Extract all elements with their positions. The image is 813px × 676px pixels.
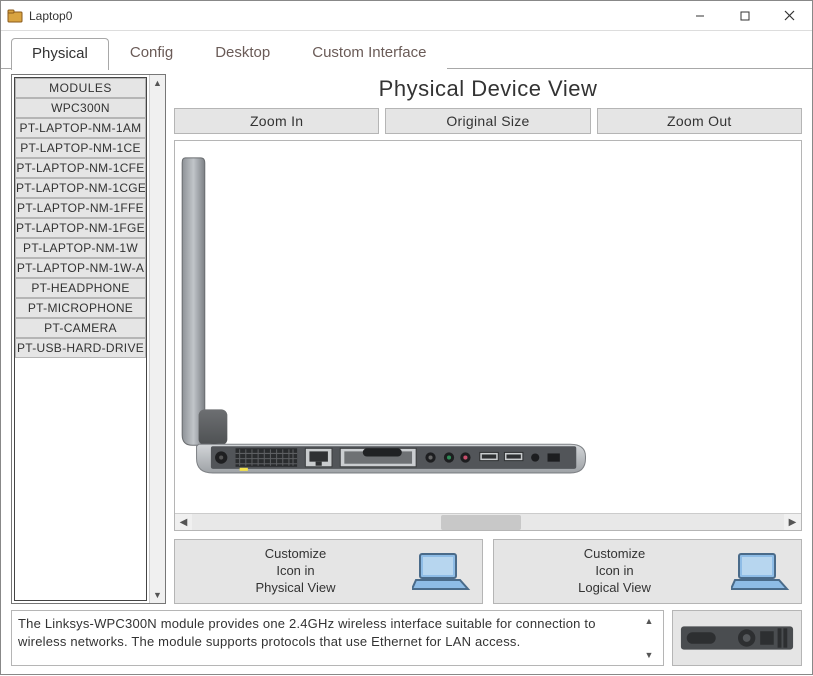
module-item[interactable]: PT-HEADPHONE [15, 278, 146, 298]
device-view-area[interactable]: ◀ ▶ [174, 140, 802, 531]
module-item[interactable]: PT-LAPTOP-NM-1W [15, 238, 146, 258]
module-item[interactable]: PT-USB-HARD-DRIVE [15, 338, 146, 358]
scroll-thumb[interactable] [441, 515, 521, 530]
minimize-button[interactable] [677, 1, 722, 31]
zoom-out-button[interactable]: Zoom Out [597, 108, 802, 134]
app-icon [7, 8, 23, 24]
module-item[interactable]: PT-LAPTOP-NM-1CGE [15, 178, 146, 198]
customize-logical-button[interactable]: Customize Icon in Logical View [493, 539, 802, 604]
laptop-icon [412, 551, 472, 593]
tab-desktop[interactable]: Desktop [194, 37, 291, 69]
module-item[interactable]: WPC300N [15, 98, 146, 118]
upper-row: MODULES WPC300N PT-LAPTOP-NM-1AM PT-LAPT… [11, 74, 802, 604]
scroll-down-icon[interactable]: ▼ [644, 649, 653, 661]
titlebar: Laptop0 [1, 1, 812, 31]
zoom-controls: Zoom In Original Size Zoom Out [174, 108, 802, 134]
module-item[interactable]: PT-LAPTOP-NM-1CFE [15, 158, 146, 178]
zoom-in-button[interactable]: Zoom In [174, 108, 379, 134]
customize-physical-label: Customize Icon in Physical View [185, 546, 406, 597]
module-item[interactable]: PT-MICROPHONE [15, 298, 146, 318]
maximize-button[interactable] [722, 1, 767, 31]
modules-list: MODULES WPC300N PT-LAPTOP-NM-1AM PT-LAPT… [14, 77, 147, 601]
customize-row: Customize Icon in Physical View Customiz… [174, 539, 802, 604]
module-description: The Linksys-WPC300N module provides one … [11, 610, 664, 666]
description-scrollbar[interactable]: ▲ ▼ [641, 615, 657, 661]
tab-physical[interactable]: Physical [11, 38, 109, 70]
scroll-track[interactable] [192, 514, 784, 531]
customize-physical-button[interactable]: Customize Icon in Physical View [174, 539, 483, 604]
scroll-left-icon[interactable]: ◀ [175, 514, 192, 531]
content-area: MODULES WPC300N PT-LAPTOP-NM-1AM PT-LAPT… [1, 69, 812, 676]
module-item[interactable]: PT-LAPTOP-NM-1FFE [15, 198, 146, 218]
modules-header: MODULES [15, 78, 146, 98]
wireless-card-icon [679, 618, 795, 658]
device-canvas [175, 141, 801, 513]
customize-logical-label: Customize Icon in Logical View [504, 546, 725, 597]
modules-panel: MODULES WPC300N PT-LAPTOP-NM-1AM PT-LAPT… [11, 74, 166, 604]
scroll-right-icon[interactable]: ▶ [784, 514, 801, 531]
module-item[interactable]: PT-LAPTOP-NM-1W-A [15, 258, 146, 278]
close-button[interactable] [767, 1, 812, 31]
scroll-up-icon[interactable]: ▲ [644, 615, 653, 627]
tab-config[interactable]: Config [109, 37, 194, 69]
physical-panel: Physical Device View Zoom In Original Si… [174, 74, 802, 604]
window-title: Laptop0 [29, 9, 72, 23]
module-item[interactable]: PT-CAMERA [15, 318, 146, 338]
app-window: Laptop0 Physical Config Desktop Custom I… [0, 0, 813, 675]
page-title: Physical Device View [174, 74, 802, 108]
laptop-illustration [175, 141, 801, 513]
module-thumbnail[interactable] [672, 610, 802, 666]
scroll-down-icon[interactable]: ▼ [150, 587, 165, 603]
original-size-button[interactable]: Original Size [385, 108, 590, 134]
laptop-icon [731, 551, 791, 593]
tab-bar: Physical Config Desktop Custom Interface [1, 31, 812, 69]
module-item[interactable]: PT-LAPTOP-NM-1CE [15, 138, 146, 158]
scroll-up-icon[interactable]: ▲ [150, 75, 165, 91]
modules-scrollbar[interactable]: ▲ ▼ [149, 75, 165, 603]
bottom-row: The Linksys-WPC300N module provides one … [11, 610, 802, 666]
description-text: The Linksys-WPC300N module provides one … [18, 615, 641, 661]
horizontal-scrollbar[interactable]: ◀ ▶ [175, 513, 801, 530]
module-item[interactable]: PT-LAPTOP-NM-1FGE [15, 218, 146, 238]
module-item[interactable]: PT-LAPTOP-NM-1AM [15, 118, 146, 138]
tab-custom-interface[interactable]: Custom Interface [291, 37, 447, 69]
